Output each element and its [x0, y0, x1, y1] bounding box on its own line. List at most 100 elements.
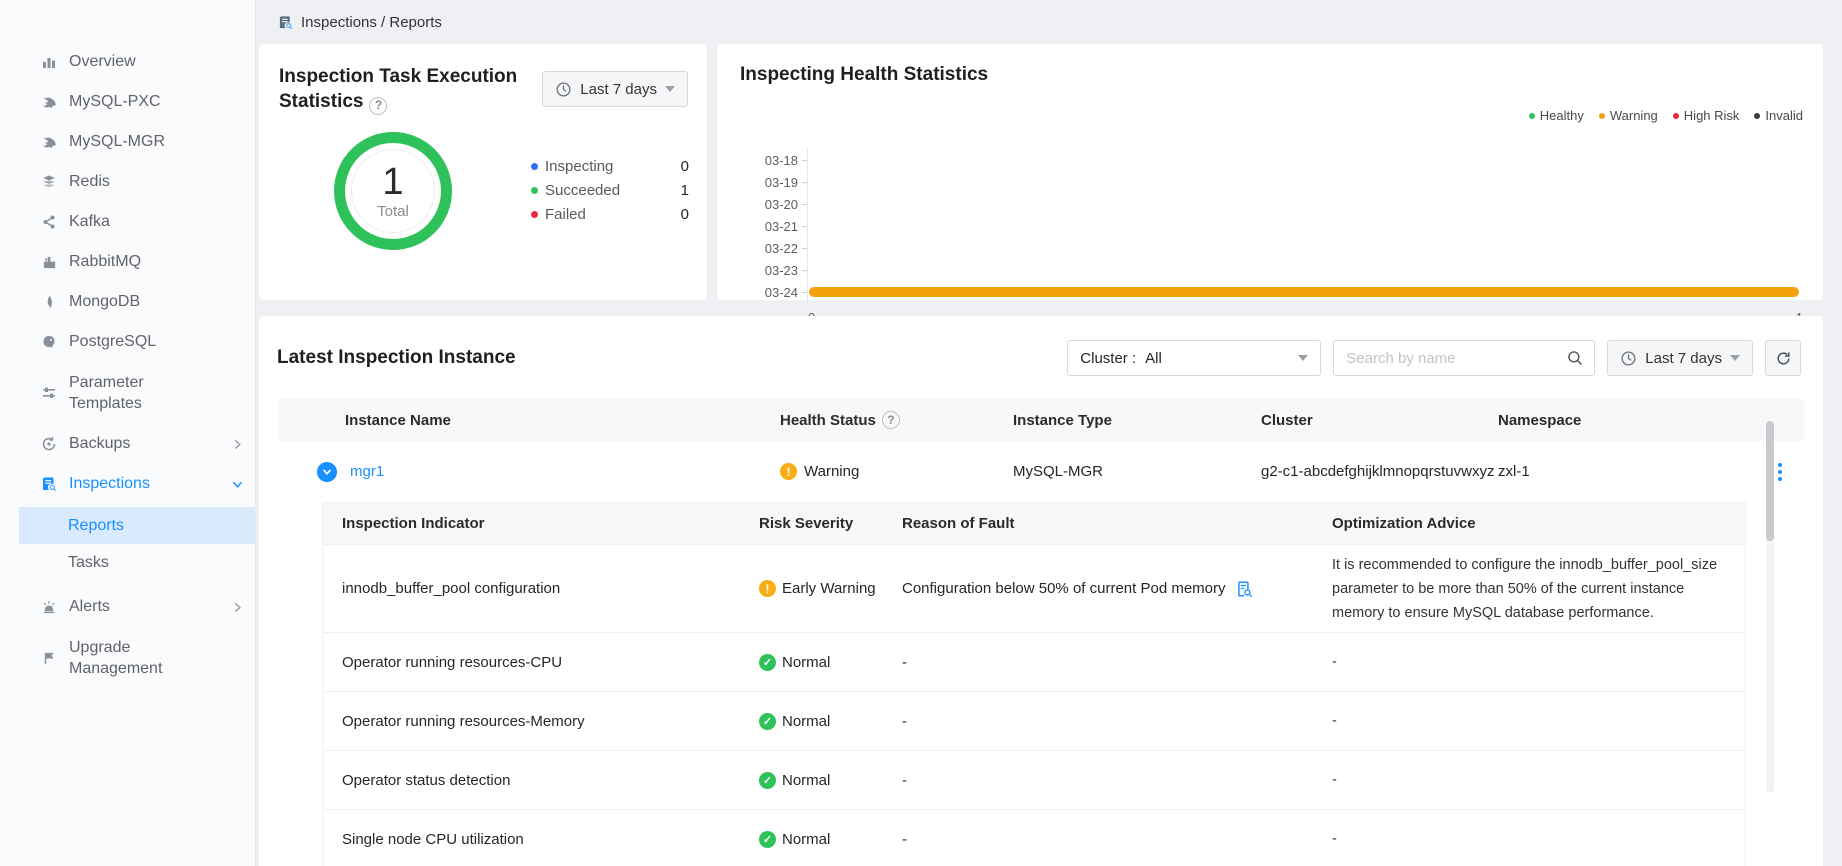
- health-stats-card: Inspecting Health Statistics Healthy War…: [717, 44, 1823, 300]
- detail-header: Inspection Indicator Risk Severity Reaso…: [323, 503, 1745, 544]
- sidebar-item-reports[interactable]: Reports: [19, 507, 255, 544]
- legend-item-high-risk: High Risk: [1673, 108, 1740, 123]
- sidebar-item-label: Upgrade Management: [69, 637, 179, 679]
- sidebar-item-tasks[interactable]: Tasks: [0, 544, 255, 581]
- date-range-label: Last 7 days: [580, 81, 657, 98]
- sidebar-item-label: RabbitMQ: [69, 253, 141, 271]
- indicator: Operator running resources-Memory: [323, 713, 740, 730]
- date-range-label: Last 7 days: [1645, 350, 1722, 367]
- sidebar-item-mysql-pxc[interactable]: MySQL-PXC: [0, 82, 255, 122]
- col-reason-of-fault: Reason of Fault: [883, 515, 1313, 532]
- sidebar-item-label: Parameter Templates: [69, 372, 179, 414]
- card-title: Inspecting Health Statistics: [740, 64, 988, 85]
- legend-dot: [1754, 113, 1760, 119]
- sidebar-item-label: Tasks: [68, 554, 109, 572]
- sidebar-item-label: Kafka: [69, 213, 110, 231]
- y-tick-label: 03-18: [740, 153, 802, 168]
- scrollbar-track[interactable]: [1766, 421, 1774, 793]
- legend-item-inspecting: Inspecting 0: [531, 154, 689, 178]
- upgrade-icon: [40, 649, 58, 667]
- legend-label: Succeeded: [545, 182, 620, 199]
- refresh-button[interactable]: [1765, 340, 1801, 376]
- inspection-doc-icon: [278, 15, 293, 30]
- legend-label: Failed: [545, 206, 586, 223]
- indicator: innodb_buffer_pool configuration: [323, 580, 740, 597]
- check-icon: ✓: [759, 772, 776, 789]
- sidebar-item-rabbitmq[interactable]: RabbitMQ: [0, 242, 255, 282]
- y-tick-label: 03-21: [740, 219, 802, 234]
- detail-row: Operator status detection ✓Normal - -: [323, 750, 1745, 809]
- help-icon[interactable]: ?: [369, 97, 387, 115]
- sidebar-item-redis[interactable]: Redis: [0, 162, 255, 202]
- chevron-right-icon: [232, 439, 243, 450]
- sidebar-item-alerts[interactable]: Alerts: [0, 587, 255, 627]
- expand-row-icon[interactable]: [317, 462, 337, 482]
- legend-dot: [531, 187, 538, 194]
- help-icon[interactable]: ?: [882, 411, 900, 429]
- severity-badge: !Early Warning: [740, 580, 883, 597]
- search-input[interactable]: [1346, 350, 1566, 367]
- date-range-dropdown[interactable]: Last 7 days: [542, 71, 688, 107]
- task-legend: Inspecting 0 Succeeded 1 Failed 0: [531, 154, 689, 226]
- search-icon[interactable]: [1566, 349, 1584, 367]
- col-risk-severity: Risk Severity: [740, 515, 883, 532]
- sidebar-item-parameter-templates[interactable]: Parameter Templates: [0, 362, 255, 424]
- y-tick-label: 03-22: [740, 241, 802, 256]
- indicator: Operator running resources-CPU: [323, 654, 740, 671]
- sidebar-item-label: Overview: [69, 53, 136, 71]
- kebab-menu-icon[interactable]: [1778, 463, 1782, 481]
- legend-item-warning: Warning: [1599, 108, 1658, 123]
- sidebar-item-backups[interactable]: Backups: [0, 424, 255, 464]
- leaf-icon: [40, 293, 58, 311]
- date-range-dropdown[interactable]: Last 7 days: [1607, 340, 1753, 376]
- sidebar-item-inspections[interactable]: Inspections: [0, 464, 255, 504]
- clock-icon: [1620, 350, 1637, 367]
- severity-badge: ✓Normal: [740, 772, 883, 789]
- inspection-detail-table: Inspection Indicator Risk Severity Reaso…: [322, 502, 1746, 866]
- sidebar-item-mysql-mgr[interactable]: MySQL-MGR: [0, 122, 255, 162]
- sidebar-item-label: Alerts: [69, 598, 110, 616]
- scrollbar-thumb[interactable]: [1766, 421, 1774, 541]
- sidebar-item-label: MongoDB: [69, 293, 140, 311]
- y-tick-label: 03-20: [740, 197, 802, 212]
- chevron-right-icon: [232, 602, 243, 613]
- caret-down-icon: [1298, 355, 1308, 361]
- clock-icon: [555, 81, 572, 98]
- sidebar-item-upgrade-management[interactable]: Upgrade Management: [0, 627, 255, 689]
- instance-name-link[interactable]: mgr1: [350, 463, 384, 480]
- inspection-doc-icon: [40, 475, 58, 493]
- caret-down-icon: [1730, 355, 1740, 361]
- donut-total-label: Total: [377, 203, 409, 220]
- indicator: Operator status detection: [323, 772, 740, 789]
- col-instance-type: Instance Type: [1013, 412, 1261, 429]
- health-bar-chart: 03-18 03-19 03-20 03-21 03-22 03-23 03-2…: [740, 149, 1803, 325]
- indicator: Single node CPU utilization: [323, 831, 740, 848]
- legend-item-failed: Failed 0: [531, 202, 689, 226]
- dolphin-icon: [40, 93, 58, 111]
- sidebar-item-mongodb[interactable]: MongoDB: [0, 282, 255, 322]
- advice-text: It is recommended to configure the innod…: [1313, 553, 1745, 625]
- warning-bar[interactable]: [809, 287, 1799, 297]
- check-icon: ✓: [759, 654, 776, 671]
- donut-chart: 1 Total: [334, 132, 452, 250]
- backup-icon: [40, 435, 58, 453]
- sidebar-item-label: Redis: [69, 173, 110, 191]
- table-row[interactable]: mgr1 ! Warning MySQL-MGR g2-c1-abcdefghi…: [278, 441, 1804, 502]
- task-stats-card: Inspection Task Execution Statistics? La…: [259, 44, 707, 300]
- report-doc-icon[interactable]: [1235, 580, 1253, 598]
- detail-row: innodb_buffer_pool configuration !Early …: [323, 544, 1745, 632]
- cluster-select[interactable]: Cluster : All: [1067, 340, 1321, 376]
- sidebar-item-overview[interactable]: Overview: [0, 42, 255, 82]
- legend-dot: [1673, 113, 1679, 119]
- sliders-icon: [40, 384, 58, 402]
- col-inspection-indicator: Inspection Indicator: [323, 515, 740, 532]
- sidebar-item-kafka[interactable]: Kafka: [0, 202, 255, 242]
- sidebar-item-postgresql[interactable]: PostgreSQL: [0, 322, 255, 362]
- advice-text: -: [1313, 768, 1745, 792]
- reason-cell: Configuration below 50% of current Pod m…: [883, 580, 1313, 598]
- legend-dot: [1599, 113, 1605, 119]
- latest-inspection-card: Latest Inspection Instance Cluster : All…: [259, 316, 1823, 866]
- legend-dot: [531, 163, 538, 170]
- detail-row: Operator running resources-CPU ✓Normal -…: [323, 632, 1745, 691]
- refresh-icon: [1775, 350, 1792, 367]
